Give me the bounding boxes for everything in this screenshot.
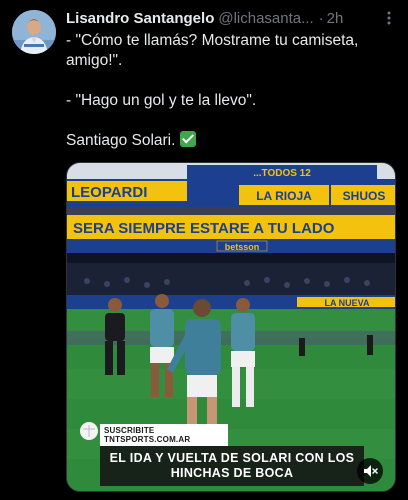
more-options-icon[interactable] <box>380 8 398 28</box>
speaker-muted-icon[interactable] <box>357 458 383 484</box>
author-handle[interactable]: @lichasanta... <box>218 10 313 27</box>
banner-row1-right: SHUOS <box>343 189 386 203</box>
tweet-line-3: Santiago Solari. <box>66 131 396 151</box>
separator-dot: · <box>318 9 324 27</box>
caption-top: SUSCRIBITE TNTSPORTS.COM.AR <box>100 424 228 446</box>
author-name[interactable]: Lisandro Santangelo <box>66 10 214 27</box>
author-avatar[interactable] <box>12 10 56 54</box>
banner-row2: SERA SIEMPRE ESTARE A TU LADO <box>73 220 335 237</box>
banner-row1-mid: LA RIOJA <box>256 189 312 203</box>
tweet-line-2: - "Hago un gol y te la llevo". <box>66 92 257 109</box>
tweet-header: Lisandro Santangelo @lichasanta... · 2h <box>66 8 396 28</box>
sponsor-text: betsson <box>225 242 260 252</box>
check-mark-button-icon <box>180 131 197 147</box>
video-caption: SUSCRIBITE TNTSPORTS.COM.AR EL IDA Y VUE… <box>100 424 364 486</box>
caption-main: EL IDA Y VUELTA DE SOLARI CON LOS HINCHA… <box>100 446 364 486</box>
tweet-video[interactable]: ...TODOS 12 LEOPARDI LA RIOJA SHUOS SERA… <box>66 162 396 492</box>
tweet-line-1: - "Cómo te llamás? Mostrame tu camiseta,… <box>66 32 363 69</box>
tweet-text: - "Cómo te llamás? Mostrame tu camiseta,… <box>66 31 396 151</box>
tweet[interactable]: Lisandro Santangelo @lichasanta... · 2h … <box>0 0 408 500</box>
tweet-timestamp[interactable]: 2h <box>327 10 344 27</box>
banner-top-text: ...TODOS 12 <box>253 168 311 179</box>
field-banner-text: LA NUEVA <box>325 298 371 308</box>
signature-text: Santiago Solari. <box>66 132 176 149</box>
banner-row1-left: LEOPARDI <box>71 184 147 201</box>
